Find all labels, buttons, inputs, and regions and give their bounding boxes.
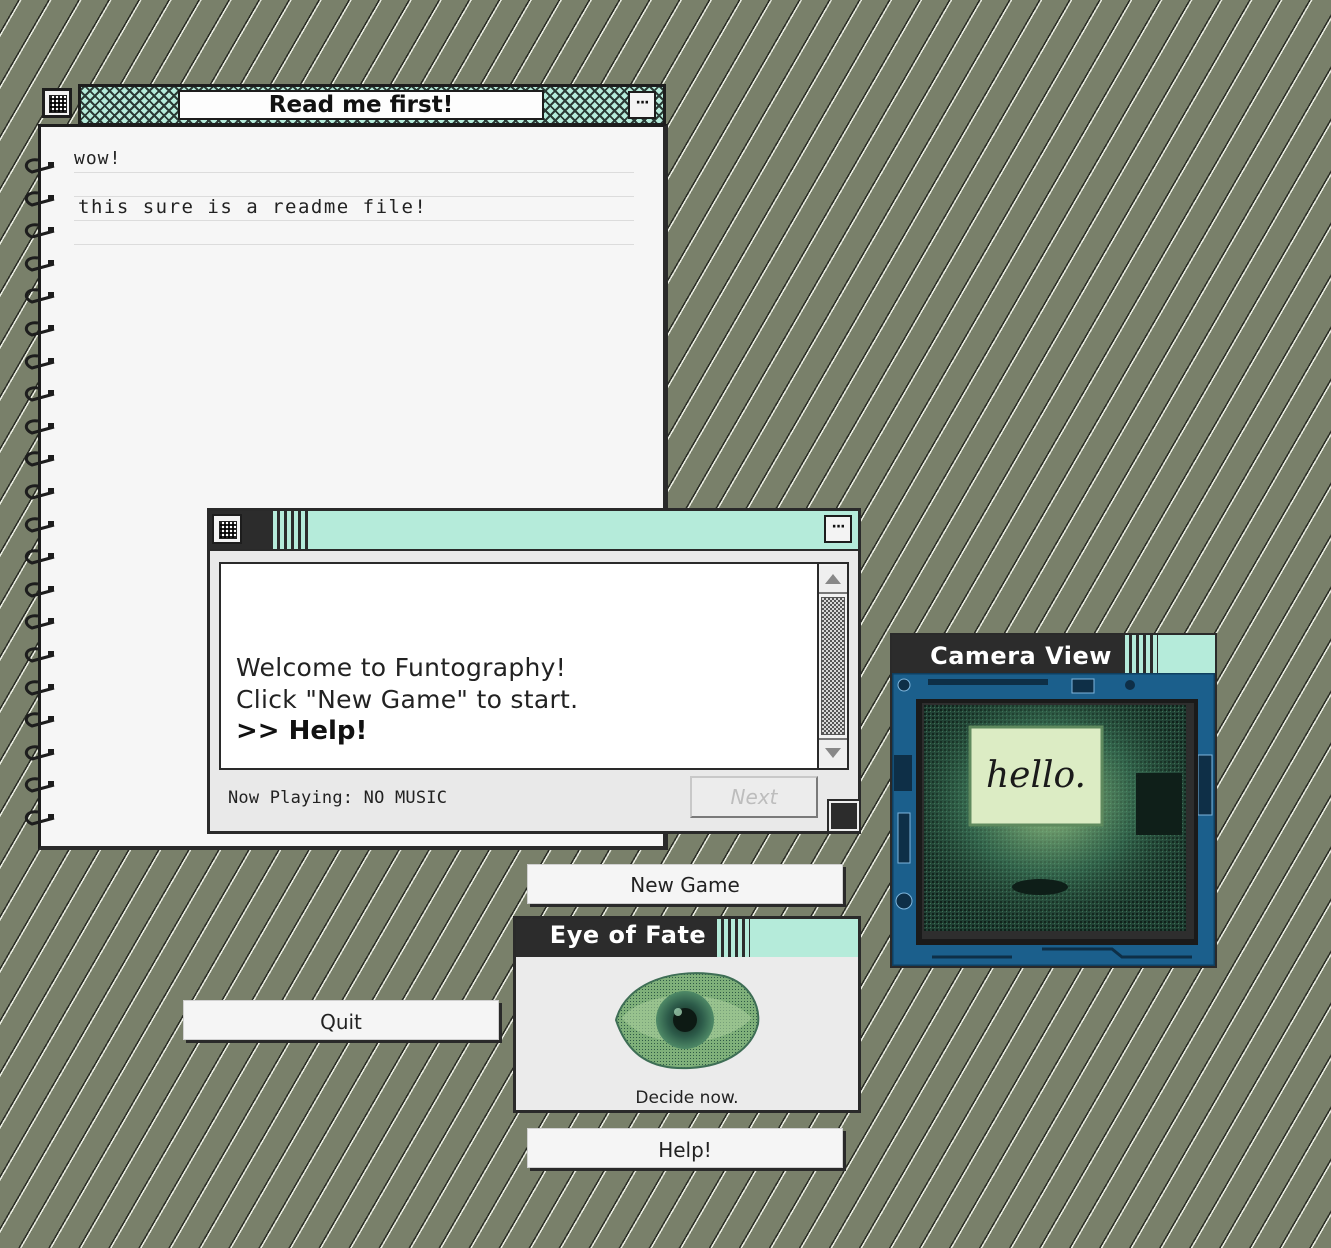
spiral-ring bbox=[24, 582, 55, 598]
spiral-ring bbox=[24, 614, 55, 630]
arrow-up-icon bbox=[825, 574, 841, 584]
eye-of-fate-title: Eye of Fate bbox=[549, 921, 707, 949]
main-dialog-close-button[interactable] bbox=[212, 514, 242, 544]
ruled-line bbox=[74, 244, 634, 245]
spiral-ring bbox=[24, 419, 55, 435]
spiral-ring bbox=[24, 223, 55, 239]
new-game-button[interactable]: New Game bbox=[527, 864, 843, 904]
readme-line-1: wow! bbox=[74, 148, 122, 169]
camera-titlebar-accent[interactable] bbox=[1158, 635, 1215, 673]
spiral-ring bbox=[24, 810, 55, 826]
main-dialog-menu-button[interactable]: ··· bbox=[824, 515, 852, 543]
eye-of-fate-caption: Decide now. bbox=[635, 1088, 739, 1108]
spiral-ring bbox=[24, 712, 55, 728]
ruled-line bbox=[74, 220, 634, 221]
titlebar-divider bbox=[210, 549, 858, 551]
camera-screen-text: hello. bbox=[986, 755, 1086, 796]
readme-window-title: Read me first! bbox=[178, 90, 544, 120]
next-button[interactable]: Next bbox=[690, 776, 818, 818]
spiral-ring bbox=[24, 647, 55, 663]
welcome-message-line-2: Click "New Game" to start. bbox=[236, 685, 579, 714]
readme-close-button[interactable] bbox=[42, 88, 72, 118]
ruled-line bbox=[74, 172, 634, 173]
spiral-ring bbox=[24, 777, 55, 793]
spiral-ring bbox=[24, 516, 55, 533]
spiral-ring bbox=[24, 353, 55, 370]
welcome-message-line-1: Welcome to Funtography! bbox=[236, 653, 567, 682]
spiral-ring bbox=[24, 190, 55, 207]
spiral-ring bbox=[24, 158, 55, 174]
camera-circuit-board: hello. bbox=[892, 673, 1215, 966]
grid-icon bbox=[219, 521, 237, 539]
scroll-up-button[interactable] bbox=[819, 566, 847, 594]
arrow-down-icon bbox=[825, 748, 841, 758]
spiral-ring bbox=[24, 386, 55, 402]
help-link[interactable]: >> Help! bbox=[236, 716, 367, 746]
spiral-ring bbox=[24, 288, 55, 304]
spiral-ring bbox=[24, 484, 55, 500]
camera-view-title: Camera View bbox=[930, 642, 1112, 670]
spiral-ring bbox=[24, 321, 55, 337]
readme-line-2: this sure is a readme file! bbox=[78, 196, 428, 218]
scroll-thumb[interactable] bbox=[821, 597, 845, 735]
spiral-ring bbox=[24, 745, 55, 761]
help-button[interactable]: Help! bbox=[527, 1128, 843, 1168]
quit-button[interactable]: Quit bbox=[183, 1000, 499, 1040]
now-playing-status: Now Playing: NO MUSIC bbox=[228, 788, 448, 808]
scroll-down-button[interactable] bbox=[819, 738, 847, 766]
titlebar-stripes bbox=[270, 511, 308, 549]
eye-icon[interactable] bbox=[612, 968, 762, 1072]
spiral-ring bbox=[24, 679, 55, 696]
grid-icon bbox=[49, 95, 67, 113]
spiral-ring bbox=[24, 549, 55, 565]
spiral-ring bbox=[24, 256, 55, 272]
spiral-ring bbox=[24, 451, 55, 467]
readme-menu-button[interactable]: ··· bbox=[628, 91, 656, 119]
resize-grip[interactable] bbox=[827, 799, 861, 833]
